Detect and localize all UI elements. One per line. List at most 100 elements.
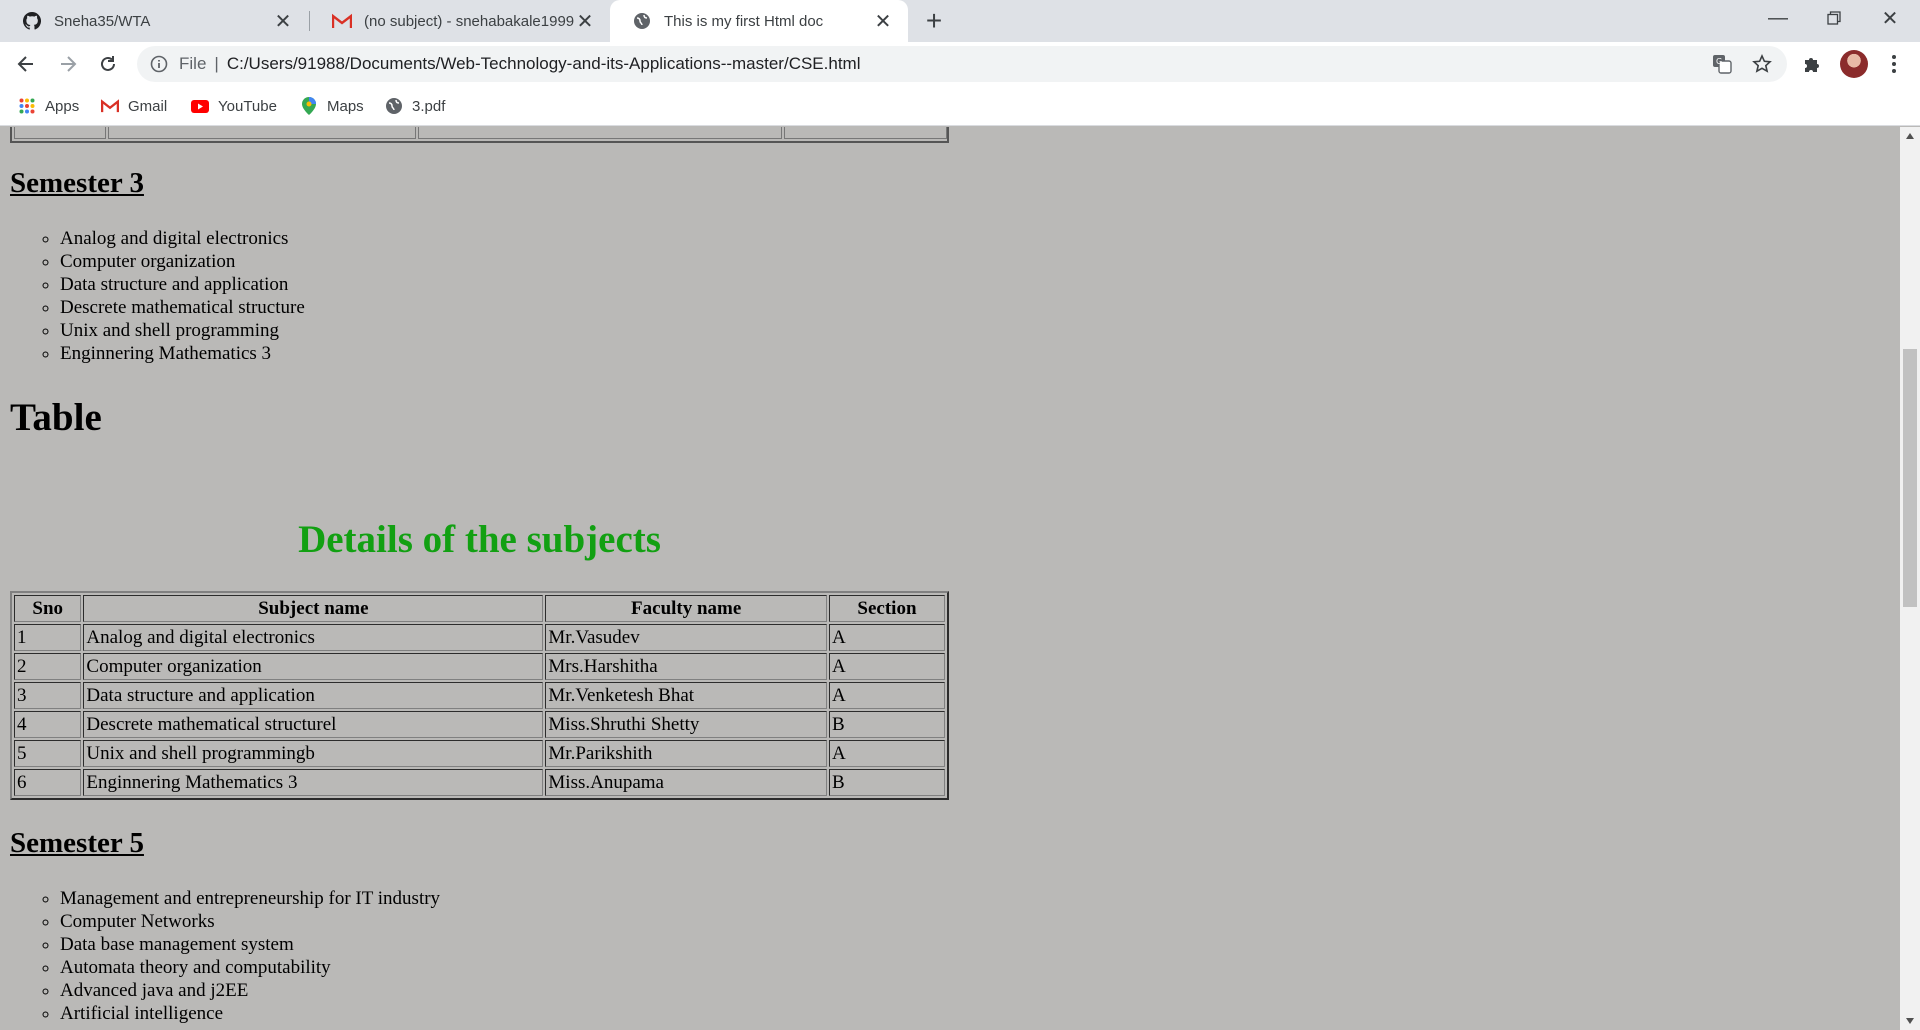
extensions-puzzle-icon[interactable] [1800, 52, 1824, 76]
section-cell: A [828, 740, 945, 767]
tab-close-icon[interactable]: ✕ [272, 10, 294, 33]
tab-title: (no subject) - snehabakale1999@ [364, 12, 574, 30]
globe-icon [632, 11, 652, 31]
section-cell: B [828, 711, 945, 738]
scroll-down-arrow-icon[interactable] [1900, 1012, 1920, 1030]
column-header: Subject name [83, 595, 544, 622]
list-item: Advanced java and j2EE [60, 979, 440, 1002]
table-cell: F [784, 127, 947, 139]
tab-html-doc[interactable]: This is my first Html doc ✕ [610, 0, 908, 42]
bookmark-3pdf[interactable]: 3.pdf [385, 86, 445, 126]
section-cell: A [828, 682, 945, 709]
semester-3-heading: Semester 3 [10, 167, 144, 199]
subject-cell: Descrete mathematical structurel [83, 711, 544, 738]
list-item: Management and entrepreneurship for IT i… [60, 887, 440, 910]
bookmark-label: YouTube [218, 97, 277, 115]
bookmark-label: Apps [45, 97, 80, 115]
table-row: 6 Enginnering Mathematics 3 Miss.Anupama… [14, 769, 945, 796]
subject-cell: Unix and shell programmingb [83, 740, 544, 767]
gmail-icon [332, 11, 352, 31]
sno-cell: 1 [14, 624, 82, 651]
bookmark-label: Gmail [128, 97, 168, 115]
column-header: Sno [14, 595, 82, 622]
forward-arrow-icon[interactable] [52, 48, 84, 80]
bookmark-star-icon[interactable] [1750, 52, 1774, 76]
back-arrow-icon[interactable] [10, 48, 42, 80]
browser-toolbar: File | C:/Users/91988/Documents/Web-Tech… [0, 42, 1920, 86]
window-close-icon[interactable]: ✕ [1862, 0, 1918, 36]
subjects-table: Sno Subject name Faculty name Section 1 … [10, 591, 949, 800]
tab-title: This is my first Html doc [664, 12, 824, 30]
table-heading: Table [10, 396, 102, 439]
list-item: Enginnering Mathematics 3 [60, 342, 305, 365]
tab-gmail[interactable]: (no subject) - snehabakale1999@ ✕ [310, 0, 610, 42]
table-cell: 6 [14, 127, 106, 139]
subject-cell: Analog and digital electronics [83, 624, 544, 651]
section-cell: B [828, 769, 945, 796]
section-cell: A [828, 624, 945, 651]
faculty-cell: Mr.Parikshith [545, 740, 827, 767]
subject-cell: Computer organization [83, 653, 544, 680]
list-item: Unix and shell programming [60, 319, 305, 342]
table-row: 5 Unix and shell programmingb Mr.Pariksh… [14, 740, 945, 767]
profile-avatar[interactable] [1840, 50, 1868, 78]
tab-title: Sneha35/WTA [54, 12, 151, 30]
menu-kebab-icon[interactable] [1882, 52, 1906, 76]
reload-icon[interactable] [92, 48, 124, 80]
tab-strip: Sneha35/WTA ✕ (no subject) - snehabakale… [0, 0, 1920, 42]
restore-icon[interactable] [1806, 0, 1862, 36]
previous-table-fragment: 6 Mechanical lab Mr.Muddukrishna F [10, 127, 949, 143]
scroll-up-arrow-icon[interactable] [1900, 127, 1920, 145]
list-item: Computer Networks [60, 910, 440, 933]
semester-5-list: Management and entrepreneurship for IT i… [60, 887, 440, 1025]
new-tab-button[interactable]: + [920, 7, 948, 36]
apps-grid-icon [18, 97, 36, 115]
table-row: 2 Computer organization Mrs.Harshitha A [14, 653, 945, 680]
bookmark-gmail[interactable]: Gmail [101, 86, 167, 126]
bookmark-youtube[interactable]: YouTube [191, 86, 277, 126]
sno-cell: 2 [14, 653, 82, 680]
tab-github[interactable]: Sneha35/WTA ✕ [0, 0, 308, 42]
github-icon [22, 11, 42, 31]
semester-3-list: Analog and digital electronics Computer … [60, 227, 305, 365]
list-item: Descrete mathematical structure [60, 296, 305, 319]
address-divider: | [214, 54, 219, 73]
table-cell: Mechanical lab [108, 127, 416, 139]
url-text[interactable]: C:/Users/91988/Documents/Web-Technology-… [227, 54, 861, 74]
bookmark-apps[interactable]: Apps [18, 86, 79, 126]
list-item: Artificial intelligence [60, 1002, 440, 1025]
faculty-cell: Miss.Shruthi Shetty [545, 711, 827, 738]
list-item: Automata theory and computability [60, 956, 440, 979]
page-content: 6 Mechanical lab Mr.Muddukrishna F Semes… [0, 127, 1900, 1030]
info-icon[interactable] [149, 54, 169, 74]
tab-close-icon[interactable]: ✕ [872, 10, 894, 33]
column-header: Section [828, 595, 945, 622]
bookmark-label: Maps [327, 97, 364, 115]
address-bar[interactable]: File | C:/Users/91988/Documents/Web-Tech… [137, 46, 1787, 82]
sno-cell: 3 [14, 682, 82, 709]
bookmarks-bar: Apps Gmail YouTube Maps 3.pdf [0, 86, 1920, 126]
section-cell: A [828, 653, 945, 680]
faculty-cell: Miss.Anupama [545, 769, 827, 796]
table-row: 3 Data structure and application Mr.Venk… [14, 682, 945, 709]
gmail-icon [101, 97, 119, 115]
minimize-icon[interactable]: — [1750, 0, 1806, 36]
tab-close-icon[interactable]: ✕ [574, 10, 596, 33]
column-header: Faculty name [545, 595, 827, 622]
maps-pin-icon [300, 97, 318, 115]
table-cell: Mr.Muddukrishna [418, 127, 782, 139]
translate-icon[interactable]: G [1710, 52, 1734, 76]
sno-cell: 6 [14, 769, 82, 796]
semester-5-heading: Semester 5 [10, 827, 144, 859]
bookmark-maps[interactable]: Maps [300, 86, 364, 126]
list-item: Computer organization [60, 250, 305, 273]
subject-cell: Enginnering Mathematics 3 [83, 769, 544, 796]
table-row: 4 Descrete mathematical structurel Miss.… [14, 711, 945, 738]
list-item: Data base management system [60, 933, 440, 956]
page-scrollbar[interactable] [1900, 127, 1920, 1030]
bookmark-label: 3.pdf [412, 97, 446, 115]
globe-icon [385, 97, 403, 115]
scrollbar-thumb[interactable] [1903, 349, 1917, 607]
list-item: Data structure and application [60, 273, 305, 296]
faculty-cell: Mrs.Harshitha [545, 653, 827, 680]
